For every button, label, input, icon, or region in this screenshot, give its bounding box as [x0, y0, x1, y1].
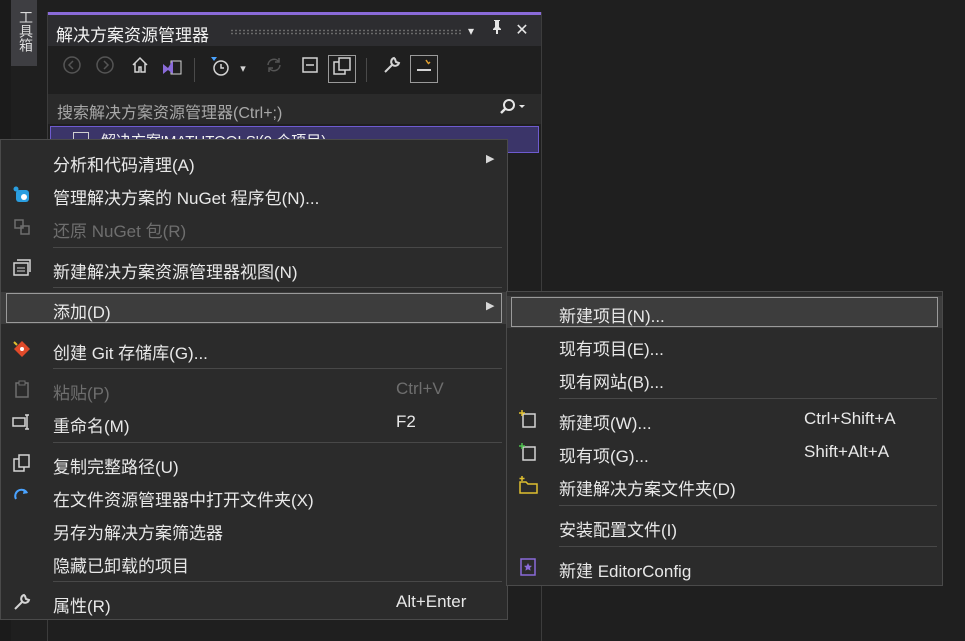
submenu-item-existing-project[interactable]: 现有项目(E)...	[507, 329, 942, 361]
menu-item-label: 新建项目(N)...	[559, 307, 665, 326]
add-submenu: 新建项目(N)... 现有项目(E)... 现有网站(B)... 新建项(W).…	[506, 291, 943, 586]
titlebar-grip[interactable]	[230, 29, 462, 35]
menu-item-label: 现有网站(B)...	[559, 373, 664, 392]
menu-item-copy-full-path[interactable]: 复制完整路径(U)	[1, 447, 507, 479]
home-icon[interactable]	[126, 55, 154, 83]
submenu-item-new-solution-folder[interactable]: 新建解决方案文件夹(D)	[507, 469, 942, 501]
menu-item-label: 复制完整路径(U)	[53, 458, 179, 477]
menu-item-label: 属性(R)	[53, 597, 111, 616]
search-input[interactable]: 搜索解决方案资源管理器(Ctrl+;)	[57, 99, 282, 123]
properties-wrench-icon[interactable]	[378, 55, 406, 83]
sync-icon[interactable]	[260, 55, 288, 83]
panel-title: 解决方案资源管理器	[56, 26, 209, 45]
editorconfig-icon	[517, 557, 539, 579]
menu-separator	[53, 442, 502, 443]
submenu-item-new-project[interactable]: 新建项目(N)...	[507, 296, 942, 328]
submenu-item-new-editorconfig[interactable]: 新建 EditorConfig	[507, 551, 942, 583]
menu-item-label: 管理解决方案的 NuGet 程序包(N)...	[53, 189, 320, 208]
show-all-files-icon[interactable]	[328, 55, 356, 83]
menu-item-label: 添加(D)	[53, 303, 111, 322]
menu-item-label: 在文件资源管理器中打开文件夹(X)	[53, 491, 314, 510]
menu-item-label: 重命名(M)	[53, 417, 130, 436]
menu-separator	[559, 505, 937, 506]
submenu-item-install-config[interactable]: 安装配置文件(I)	[507, 510, 942, 542]
menu-item-add[interactable]: 添加(D) ▶	[1, 292, 507, 324]
menu-item-label: 分析和代码清理(A)	[53, 156, 195, 175]
paste-icon	[11, 379, 33, 401]
search-box[interactable]: 搜索解决方案资源管理器(Ctrl+;)	[48, 94, 541, 124]
search-icon[interactable]	[498, 97, 526, 122]
rename-icon	[11, 412, 33, 434]
menu-item-manage-nuget[interactable]: 管理解决方案的 NuGet 程序包(N)...	[1, 178, 507, 210]
menu-item-restore-nuget[interactable]: 还原 NuGet 包(R)	[1, 211, 507, 243]
context-menu: 分析和代码清理(A) ▶ 管理解决方案的 NuGet 程序包(N)... 还原 …	[0, 139, 508, 620]
menu-item-label: 安装配置文件(I)	[559, 521, 678, 540]
submenu-item-existing-website[interactable]: 现有网站(B)...	[507, 362, 942, 394]
new-item-icon	[517, 409, 539, 431]
new-view-icon	[11, 258, 33, 280]
menu-separator	[53, 287, 502, 288]
open-folder-icon	[11, 486, 33, 508]
panel-titlebar: 解决方案资源管理器 ▾ ✕	[48, 12, 541, 46]
history-dropdown-icon[interactable]: ▾	[236, 55, 250, 83]
menu-item-label: 另存为解决方案筛选器	[53, 524, 223, 543]
toolbox-label: 工具箱	[18, 10, 34, 52]
submenu-item-new-item[interactable]: 新建项(W)... Ctrl+Shift+A	[507, 403, 942, 435]
restore-packages-icon	[11, 217, 33, 239]
menu-item-label: 新建解决方案文件夹(D)	[559, 480, 736, 499]
nuget-icon	[11, 184, 33, 206]
menu-item-shortcut: Ctrl+V	[396, 379, 444, 398]
menu-item-shortcut: F2	[396, 412, 416, 431]
submenu-arrow-icon: ▶	[486, 153, 495, 165]
wrench-icon	[11, 592, 33, 614]
vs-solution-icon[interactable]	[158, 55, 186, 83]
back-icon[interactable]	[58, 55, 86, 83]
menu-item-label: 新建 EditorConfig	[559, 562, 692, 581]
menu-item-label: 还原 NuGet 包(R)	[53, 222, 187, 241]
toolbar-separator	[366, 58, 367, 82]
close-icon[interactable]: ✕	[511, 19, 533, 43]
toolbar-separator	[194, 58, 195, 82]
menu-item-label: 现有项(G)...	[559, 447, 649, 466]
pin-icon[interactable]	[486, 19, 508, 43]
menu-item-rename[interactable]: 重命名(M) F2	[1, 406, 507, 438]
forward-icon[interactable]	[91, 55, 119, 83]
menu-item-label: 隐藏已卸载的项目	[53, 557, 189, 576]
menu-item-label: 新建解决方案资源管理器视图(N)	[53, 263, 298, 282]
new-solution-folder-icon	[517, 475, 539, 497]
submenu-item-existing-item[interactable]: 现有项(G)... Shift+Alt+A	[507, 436, 942, 468]
menu-separator	[53, 247, 502, 248]
window-position-dropdown-icon[interactable]: ▾	[460, 19, 482, 43]
menu-item-label: 现有项目(E)...	[559, 340, 664, 359]
copy-icon	[11, 453, 33, 475]
menu-item-label: 粘贴(P)	[53, 384, 110, 403]
menu-item-label: 新建项(W)...	[559, 414, 652, 433]
menu-item-save-as-filter[interactable]: 另存为解决方案筛选器	[1, 513, 507, 545]
menu-separator	[559, 398, 937, 399]
toolbox-tab[interactable]: 工具箱	[11, 0, 37, 66]
menu-item-paste[interactable]: 粘贴(P) Ctrl+V	[1, 373, 507, 405]
collapse-all-icon[interactable]	[296, 55, 324, 83]
menu-item-hide-unloaded[interactable]: 隐藏已卸载的项目	[1, 546, 507, 578]
menu-separator	[53, 368, 502, 369]
git-icon	[11, 339, 33, 361]
menu-item-shortcut: Ctrl+Shift+A	[804, 409, 896, 428]
menu-item-analyze[interactable]: 分析和代码清理(A) ▶	[1, 145, 507, 177]
submenu-arrow-icon: ▶	[486, 300, 495, 312]
menu-item-open-in-explorer[interactable]: 在文件资源管理器中打开文件夹(X)	[1, 480, 507, 512]
menu-separator	[53, 581, 502, 582]
panel-toolbar: ▾	[48, 46, 541, 92]
menu-item-create-git-repo[interactable]: 创建 Git 存储库(G)...	[1, 333, 507, 365]
menu-item-label: 创建 Git 存储库(G)...	[53, 344, 208, 363]
existing-item-icon	[517, 442, 539, 464]
menu-separator	[559, 546, 937, 547]
menu-item-properties[interactable]: 属性(R) Alt+Enter	[1, 586, 507, 618]
menu-item-shortcut: Alt+Enter	[396, 592, 467, 611]
history-icon[interactable]	[206, 55, 234, 83]
menu-item-new-view[interactable]: 新建解决方案资源管理器视图(N)	[1, 252, 507, 284]
preview-icon[interactable]	[410, 55, 438, 83]
menu-item-shortcut: Shift+Alt+A	[804, 442, 890, 461]
